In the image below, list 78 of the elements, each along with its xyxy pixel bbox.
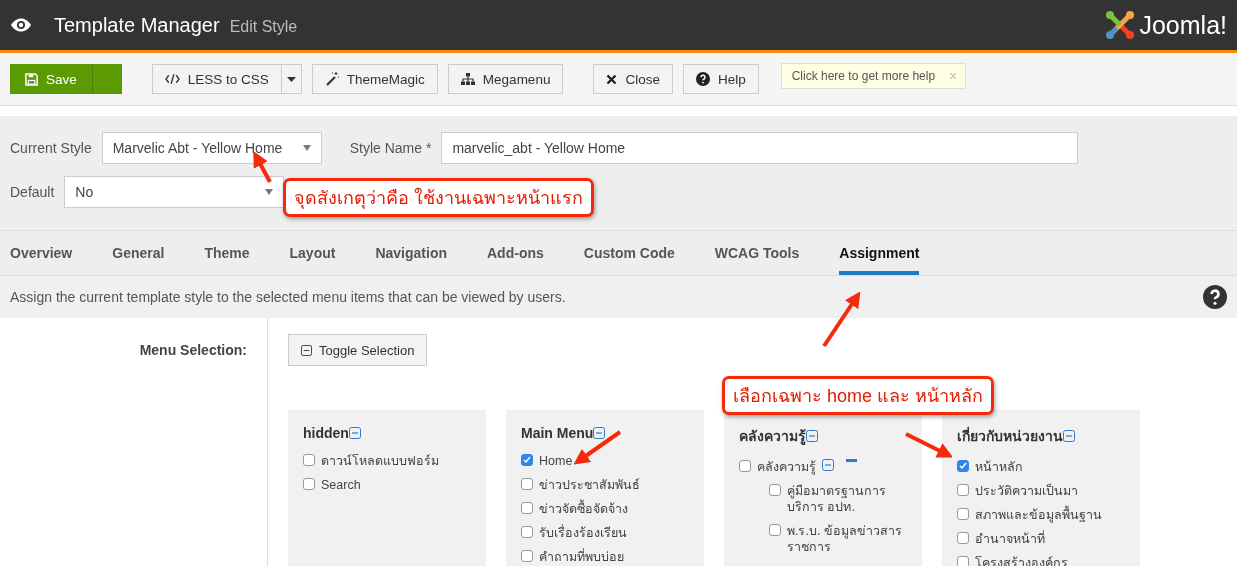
default-dropdown[interactable]: No (64, 176, 285, 208)
tab[interactable]: Custom Code (583, 231, 675, 275)
menu-item-label: พ.ร.บ. ข้อมูลข่าวสารราชการ (787, 523, 903, 555)
menu-item-label: คำถามที่พบบ่อย (539, 549, 624, 565)
toggle-selection-button[interactable]: Toggle Selection (288, 334, 428, 366)
page-title: Template Manager (54, 13, 220, 37)
menu-item-label: สภาพและข้อมูลพื้นฐาน (975, 507, 1102, 523)
tab[interactable]: Theme (204, 231, 250, 275)
checkbox[interactable] (521, 478, 533, 490)
toolbar-button[interactable]: LESS to CSS (151, 64, 282, 94)
menu-item-label: คลังความรู้ (757, 459, 816, 475)
close-icon (606, 73, 618, 85)
menu-item-label: อำนาจหน้าที่ (975, 531, 1045, 547)
menu-item-label: ประวัติความเป็นมา (975, 483, 1078, 499)
annotation-callout: จุดสังเกตุว่าคือ ใช้งานเฉพาะหน้าแรก (283, 178, 594, 217)
help-icon (695, 72, 710, 86)
checkbox[interactable] (521, 526, 533, 538)
menu-item-label: Search (321, 477, 361, 493)
collapse-icon[interactable] (822, 459, 834, 471)
magic-wand-icon (324, 72, 339, 86)
logo-icon (1105, 10, 1136, 40)
eye-icon (10, 18, 32, 32)
checkbox[interactable] (957, 508, 969, 520)
collapse-icon[interactable] (348, 427, 361, 439)
menu-selection-label: Menu Selection: (139, 342, 247, 358)
toolbar-button[interactable]: Megamenu (447, 64, 564, 94)
tab[interactable]: Layout (289, 231, 336, 275)
dropdown-button[interactable] (281, 64, 302, 94)
checkbox[interactable] (769, 484, 781, 496)
collapse-icon[interactable] (1063, 430, 1075, 442)
tab[interactable]: Overview (10, 231, 73, 275)
tooltip-text: Click here to get more help (791, 69, 936, 83)
menu-item-label: ข่าวจัดซื้อจัดจ้าง (539, 501, 628, 517)
menu-title: Main Menu (521, 425, 594, 441)
checkbox[interactable] (957, 460, 969, 472)
toolbar-button[interactable]: ThemeMagic (311, 64, 438, 94)
checkbox[interactable] (521, 550, 533, 562)
logo-text: Joomla! (1139, 10, 1227, 40)
checkbox[interactable] (303, 478, 315, 490)
menu-item-label: ดาวน์โหลดแบบฟอร์ม (321, 453, 439, 469)
field-label: Style Name * (349, 140, 432, 156)
field-label: Default (10, 184, 55, 200)
toolbar-button[interactable]: Close (593, 64, 673, 94)
checkbox[interactable] (957, 556, 969, 566)
code-icon (164, 73, 180, 85)
menu-item-label: คู่มือมาตรฐานการบริการ อปท. (787, 483, 887, 515)
checkbox[interactable] (739, 460, 751, 472)
checkbox[interactable] (521, 502, 533, 514)
checkbox[interactable] (769, 524, 781, 536)
menu-title: คลังความรู้ (739, 427, 806, 447)
tab[interactable]: Add-ons (487, 231, 544, 275)
tab[interactable]: Navigation (375, 231, 447, 275)
annotation-callout: เลือกเฉพาะ home และ หน้าหลัก (722, 376, 995, 415)
checkbox[interactable] (303, 454, 315, 466)
collapse-icon (301, 344, 312, 356)
caret-icon (286, 76, 296, 82)
menu-item-label: หน้าหลัก (975, 459, 1023, 475)
checkbox[interactable] (957, 532, 969, 544)
style-dropdown[interactable]: Marvelic Abt - Yellow Home (101, 132, 322, 164)
tab[interactable]: General (112, 231, 165, 275)
menu-title: เกี่ยวกับหน่วยงาน (957, 425, 1063, 446)
field-label: Current Style (10, 140, 92, 156)
menu-item-label: รับเรื่องร้องเรียน (539, 525, 627, 541)
page-subtitle: Edit Style (229, 17, 298, 36)
collapse-icon[interactable] (806, 430, 818, 442)
help-icon[interactable] (1203, 285, 1227, 309)
tab[interactable]: WCAG Tools (714, 231, 800, 275)
menu-item-label: Home (539, 453, 573, 469)
sitemap-icon (460, 73, 475, 85)
checkbox[interactable] (957, 484, 969, 496)
toolbar-button[interactable]: Help (682, 64, 759, 94)
menu-item-label: ข่าวประชาสัมพันธ์ (539, 477, 640, 493)
checkbox[interactable] (521, 454, 533, 466)
style-name-field[interactable]: marvelic_abt - Yellow Home (441, 132, 1079, 164)
description-text: Assign the current template style to the selected menu items that can be viewed by users. (10, 289, 566, 305)
collapse-icon[interactable] (593, 427, 606, 439)
annotation-arrow (252, 152, 274, 186)
menu-title: hidden (303, 425, 349, 441)
